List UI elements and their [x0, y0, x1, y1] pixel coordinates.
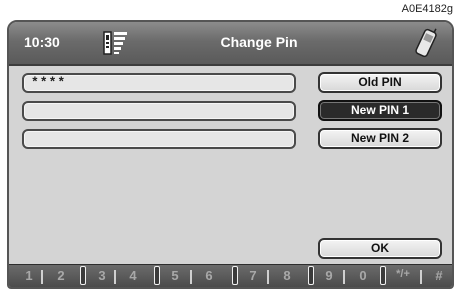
key-separator: [343, 270, 345, 284]
key-6[interactable]: 6: [201, 268, 217, 283]
signal-strength-icon: [103, 29, 129, 62]
header-bar: 10:30 Change Pin: [9, 22, 452, 66]
key-0[interactable]: 0: [355, 268, 371, 283]
screen-title: Change Pin: [220, 34, 298, 50]
new-pin-1-field[interactable]: [22, 101, 296, 121]
key-cursor-marker: [380, 266, 386, 285]
key-8[interactable]: 8: [279, 268, 295, 283]
key-5[interactable]: 5: [167, 268, 183, 283]
numeric-keypad: 1 2 3 4 5 6 7 8 9 0 */+ #: [9, 264, 452, 287]
old-pin-field[interactable]: ****: [22, 73, 296, 93]
new-pin-2-field[interactable]: [22, 129, 296, 149]
key-cursor-marker: [80, 266, 86, 285]
key-cursor-marker: [232, 266, 238, 285]
key-star-plus[interactable]: */+: [390, 268, 416, 280]
key-cursor-marker: [154, 266, 160, 285]
key-9[interactable]: 9: [321, 268, 337, 283]
old-pin-button[interactable]: Old PIN: [318, 72, 442, 93]
key-4[interactable]: 4: [125, 268, 141, 283]
key-7[interactable]: 7: [245, 268, 261, 283]
key-cursor-marker: [308, 266, 314, 285]
key-2[interactable]: 2: [53, 268, 69, 283]
key-separator: [114, 270, 116, 284]
figure-reference: A0E4182g: [401, 3, 453, 15]
key-hash[interactable]: #: [431, 268, 447, 283]
key-separator: [267, 270, 269, 284]
key-1[interactable]: 1: [21, 268, 37, 283]
key-3[interactable]: 3: [94, 268, 110, 283]
key-separator: [41, 270, 43, 284]
key-separator: [190, 270, 192, 284]
new-pin-1-button[interactable]: New PIN 1: [318, 100, 442, 121]
display-screen: 10:30 Change Pin **** Old PIN New PIN 1 …: [7, 20, 454, 289]
new-pin-2-button[interactable]: New PIN 2: [318, 128, 442, 149]
mobile-phone-icon: [414, 26, 438, 65]
clock-time: 10:30: [24, 34, 60, 50]
key-separator: [420, 270, 422, 284]
ok-button[interactable]: OK: [318, 238, 442, 259]
